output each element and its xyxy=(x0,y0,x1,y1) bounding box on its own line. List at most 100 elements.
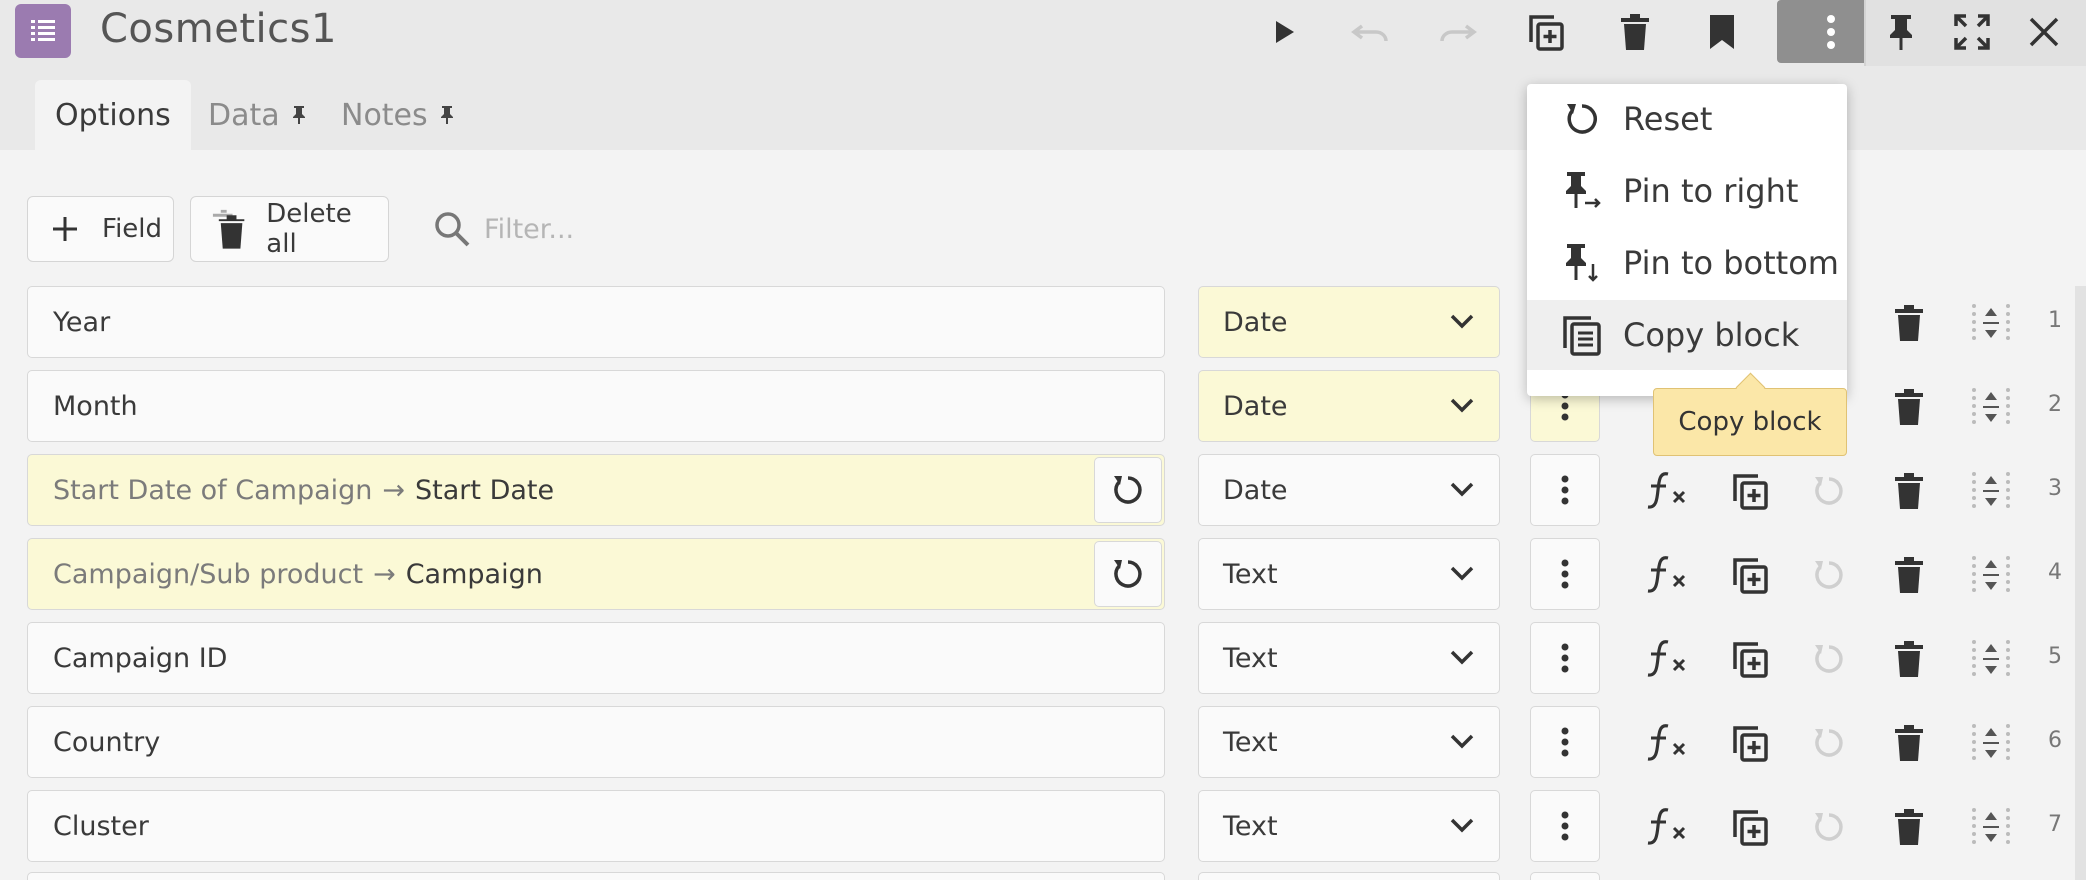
trash-icon[interactable] xyxy=(1886,552,1932,598)
field-name-input[interactable]: Country xyxy=(27,706,1165,778)
redo-icon[interactable] xyxy=(1436,10,1480,54)
delete-all-label: Delete all xyxy=(266,199,352,259)
trash-icon[interactable] xyxy=(1613,10,1657,54)
drag-handle-icon[interactable] xyxy=(1968,468,2014,514)
drag-handle-icon[interactable] xyxy=(1968,636,2014,682)
tooltip-text: Copy block xyxy=(1678,407,1822,437)
table-row: Cluster Text 7 xyxy=(0,790,2086,862)
duplicate-icon[interactable] xyxy=(1727,552,1773,598)
trash-icon[interactable] xyxy=(1886,468,1932,514)
trash-icon[interactable] xyxy=(1886,804,1932,850)
trash-icon[interactable] xyxy=(1886,384,1932,430)
menu-item-reset[interactable]: Reset xyxy=(1527,84,1847,154)
duplicate-icon[interactable] xyxy=(1727,468,1773,514)
field-name-input[interactable]: Campaign ID xyxy=(27,622,1165,694)
reset-icon[interactable] xyxy=(1806,552,1852,598)
scrollbar[interactable] xyxy=(2075,286,2086,880)
field-name-input[interactable] xyxy=(27,872,1165,880)
drag-handle-icon[interactable] xyxy=(1968,720,2014,766)
type-select[interactable]: Date xyxy=(1198,370,1500,442)
drag-handle-icon[interactable] xyxy=(1968,300,2014,346)
reset-icon[interactable] xyxy=(1806,468,1852,514)
reset-icon[interactable] xyxy=(1806,804,1852,850)
row-number: 5 xyxy=(2048,644,2062,669)
rename-arrow: → xyxy=(382,474,406,506)
duplicate-icon[interactable] xyxy=(1727,636,1773,682)
field-name: Month xyxy=(53,390,138,422)
row-number: 1 xyxy=(2048,308,2062,333)
field-more-button[interactable] xyxy=(1530,872,1600,880)
more-vertical-icon xyxy=(1561,727,1569,757)
field-name-input[interactable]: Start Date of Campaign → Start Date xyxy=(27,454,1165,526)
field-name-input[interactable]: Campaign/Sub product → Campaign xyxy=(27,538,1165,610)
type-select[interactable]: Text xyxy=(1198,790,1500,862)
filter-input[interactable]: Filter... xyxy=(432,196,574,262)
revert-name-button[interactable] xyxy=(1094,457,1162,523)
close-icon[interactable] xyxy=(2022,10,2066,54)
pin-icon[interactable] xyxy=(1879,10,1923,54)
type-value: Date xyxy=(1223,474,1288,506)
drag-handle-icon[interactable] xyxy=(1968,552,2014,598)
app-list-icon xyxy=(15,4,71,58)
field-more-button[interactable] xyxy=(1530,790,1600,862)
chevron-down-icon xyxy=(1450,566,1474,581)
duplicate-icon[interactable] xyxy=(1727,720,1773,766)
revert-name-button[interactable] xyxy=(1094,541,1162,607)
field-name: Country xyxy=(53,726,161,758)
play-icon[interactable] xyxy=(1262,10,1306,54)
reset-icon[interactable] xyxy=(1806,636,1852,682)
more-vertical-icon xyxy=(1561,559,1569,589)
page-title: Cosmetics1 xyxy=(100,6,337,52)
duplicate-icon[interactable] xyxy=(1524,10,1568,54)
type-select[interactable]: Text xyxy=(1198,622,1500,694)
tab-notes[interactable]: Notes xyxy=(341,80,454,150)
search-icon xyxy=(435,212,470,247)
menu-item-label: Reset xyxy=(1623,100,1713,138)
bookmark-icon[interactable] xyxy=(1700,10,1744,54)
tab-data[interactable]: Data xyxy=(208,80,306,150)
pin-icon xyxy=(440,106,453,124)
reset-icon xyxy=(1114,476,1142,504)
type-value: Date xyxy=(1223,390,1288,422)
formula-icon[interactable] xyxy=(1646,636,1692,682)
trash-icon[interactable] xyxy=(1886,300,1932,346)
field-more-button[interactable] xyxy=(1530,622,1600,694)
formula-icon[interactable] xyxy=(1646,552,1692,598)
menu-item-pin-bottom[interactable]: Pin to bottom xyxy=(1527,228,1847,298)
field-name: Cluster xyxy=(53,810,149,842)
type-select[interactable] xyxy=(1198,872,1500,880)
type-select[interactable]: Date xyxy=(1198,286,1500,358)
field-more-button[interactable] xyxy=(1530,454,1600,526)
field-name-input[interactable]: Month xyxy=(27,370,1165,442)
drag-handle-icon[interactable] xyxy=(1968,384,2014,430)
delete-all-button[interactable]: Delete all xyxy=(190,196,389,262)
rename-arrow: → xyxy=(373,558,396,590)
duplicate-icon[interactable] xyxy=(1727,804,1773,850)
chevron-down-icon xyxy=(1450,314,1474,329)
trash-icon[interactable] xyxy=(1886,636,1932,682)
menu-item-copy-block[interactable]: Copy block xyxy=(1527,300,1847,370)
add-field-button[interactable]: Field xyxy=(27,196,174,262)
field-more-button[interactable] xyxy=(1530,706,1600,778)
formula-icon[interactable] xyxy=(1646,804,1692,850)
field-name-input[interactable]: Year xyxy=(27,286,1165,358)
drag-handle-icon[interactable] xyxy=(1968,804,2014,850)
field-name: Campaign xyxy=(405,558,543,590)
undo-icon[interactable] xyxy=(1348,10,1392,54)
pin-right-icon xyxy=(1559,168,1605,214)
field-name-input[interactable]: Cluster xyxy=(27,790,1165,862)
formula-icon[interactable] xyxy=(1646,720,1692,766)
field-more-button[interactable] xyxy=(1530,538,1600,610)
type-select[interactable]: Date xyxy=(1198,454,1500,526)
tab-options[interactable]: Options xyxy=(35,80,191,150)
expand-icon[interactable] xyxy=(1950,10,1994,54)
type-select[interactable]: Text xyxy=(1198,706,1500,778)
trash-icon[interactable] xyxy=(1886,720,1932,766)
add-field-label: Field xyxy=(102,214,163,244)
reset-icon[interactable] xyxy=(1806,720,1852,766)
menu-item-pin-right[interactable]: Pin to right xyxy=(1527,156,1847,226)
reset-icon xyxy=(1559,96,1605,142)
type-select[interactable]: Text xyxy=(1198,538,1500,610)
pin-icon xyxy=(292,106,305,124)
formula-icon[interactable] xyxy=(1646,468,1692,514)
